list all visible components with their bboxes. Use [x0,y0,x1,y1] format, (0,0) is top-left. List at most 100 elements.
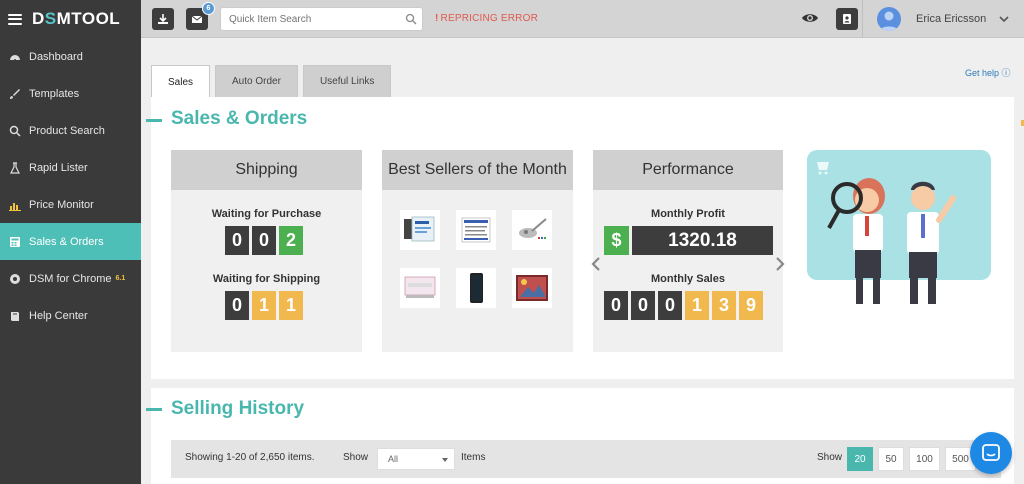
product-thumbnail[interactable] [456,210,496,250]
sidebar: DSMTOOL Dashboard Templates Product Sear… [0,0,141,484]
product-thumbnail[interactable] [400,210,440,250]
sidebar-item-rapid-lister[interactable]: Rapid Lister [0,149,141,186]
section-dash [146,408,162,411]
chat-launcher-button[interactable] [970,432,1012,474]
top-bar: 6 !REPRICING ERROR Erica Ericsson [141,0,1024,38]
performance-card: Performance Monthly Profit $ 1320.18 Mon… [593,150,783,352]
selling-history-panel: Selling History Showing 1-20 of 2,650 it… [146,388,1014,484]
page-size-100-button[interactable]: 100 [909,447,940,471]
best-sellers-grid [400,210,552,308]
filter-select-value: All [388,454,399,464]
eye-icon[interactable] [801,11,819,25]
counter-digit: 0 [604,291,628,320]
logo-bar: DSMTOOL [0,0,141,38]
dashboard-icon [9,51,21,63]
page-size-20-button[interactable]: 20 [847,447,873,471]
chevron-right-icon[interactable] [775,257,785,271]
monthly-profit-value: 1320.18 [632,226,773,255]
counter-digit: 1 [685,291,709,320]
chat-icon [982,444,1000,461]
search-people-illustration [807,150,991,304]
notification-count-badge: 6 [202,2,215,15]
sidebar-item-price-monitor[interactable]: Price Monitor [0,186,141,223]
page-size-50-button[interactable]: 50 [878,447,904,471]
bar-chart-icon [9,199,21,211]
best-sellers-card: Best Sellers of the Month [382,150,573,352]
card-title: Best Sellers of the Month [382,150,573,190]
tab-sales[interactable]: Sales [151,65,211,98]
sidebar-item-label: Rapid Lister [29,161,88,174]
sidebar-item-label: DSM for Chrome [29,272,112,285]
contact-book-button[interactable] [836,8,858,30]
card-title: Shipping [171,150,362,190]
sidebar-item-help-center[interactable]: Help Center [0,297,141,334]
counter-digit: 0 [658,291,682,320]
sales-orders-panel: Sales & Orders Shipping Waiting for Purc… [146,97,1014,379]
counter-digit: 3 [712,291,736,320]
flask-icon [9,161,21,174]
sidebar-item-label: Templates [29,87,80,100]
items-label: Items [461,452,486,463]
quick-search-box[interactable] [220,7,423,31]
download-button[interactable] [152,8,174,30]
counter-digit: 0 [631,291,655,320]
product-thumbnail[interactable] [512,210,552,250]
repricing-error-text: REPRICING ERROR [440,13,538,24]
sidebar-item-label: Price Monitor [29,198,94,211]
brush-icon [9,88,21,100]
app-logo[interactable]: DSMTOOL [32,9,120,29]
get-help-label: Get help [965,68,1000,78]
repricing-error-alert[interactable]: ! REPRICING ERROR [435,13,538,24]
chevron-down-icon[interactable] [998,13,1010,25]
tab-useful-links[interactable]: Useful Links [302,65,392,97]
search-icon[interactable] [405,13,417,25]
get-help-link[interactable]: Get help ⓘ [965,66,1011,79]
sidebar-item-product-search[interactable]: Product Search [0,112,141,149]
product-thumbnail[interactable] [456,268,496,308]
card-title: Performance [593,150,783,190]
currency-sign: $ [604,226,629,255]
quick-search-input[interactable] [221,13,401,25]
sidebar-item-label: Help Center [29,309,88,322]
showing-count-text: Showing 1-20 of 2,650 items. [185,452,315,463]
hamburger-menu-icon[interactable] [8,13,22,25]
monthly-profit-display: $ 1320.18 [604,226,773,255]
question-circle-icon: ⓘ [1001,68,1011,78]
counter-digit: 0 [225,291,249,320]
contact-book-icon [843,14,851,24]
section-title: Sales & Orders [171,108,308,129]
waiting-purchase-counter: 0 0 2 [225,226,303,255]
filter-select[interactable]: All [377,448,455,470]
sidebar-item-dashboard[interactable]: Dashboard [0,38,141,75]
calculator-icon [9,236,21,248]
page-size-label: Show [817,452,843,463]
product-thumbnail[interactable] [512,268,552,308]
caret-down-icon [442,458,448,462]
sidebar-item-templates[interactable]: Templates [0,75,141,112]
search-icon [9,125,21,137]
username[interactable]: Erica Ericsson [916,13,986,25]
version-badge: 6.1 [115,275,126,282]
avatar[interactable] [877,7,901,31]
waiting-purchase-label: Waiting for Purchase [211,208,322,220]
sidebar-item-dsm-chrome[interactable]: DSM for Chrome 6.1 [0,260,141,297]
section-dash [146,119,162,122]
chevron-left-icon[interactable] [591,257,601,271]
shipping-card: Shipping Waiting for Purchase 0 0 2 Wait… [171,150,362,352]
download-icon [158,14,168,24]
messages-button[interactable]: 6 [186,2,215,30]
chrome-icon [9,273,21,285]
sidebar-item-label: Sales & Orders [29,235,104,248]
section-title: Selling History [171,398,305,419]
sidebar-item-label: Product Search [29,124,105,137]
selling-history-toolbar: Showing 1-20 of 2,650 items. Show All It… [171,440,1001,478]
tab-bar: Sales Auto Order Useful Links [151,65,392,98]
product-thumbnail[interactable] [400,268,440,308]
envelope-icon [191,15,203,23]
counter-digit: 9 [739,291,763,320]
counter-digit: 1 [279,291,303,320]
tab-auto-order[interactable]: Auto Order [215,65,298,97]
counter-digit: 1 [252,291,276,320]
sidebar-item-sales-orders[interactable]: Sales & Orders [0,223,141,260]
user-avatar-icon [880,11,898,31]
